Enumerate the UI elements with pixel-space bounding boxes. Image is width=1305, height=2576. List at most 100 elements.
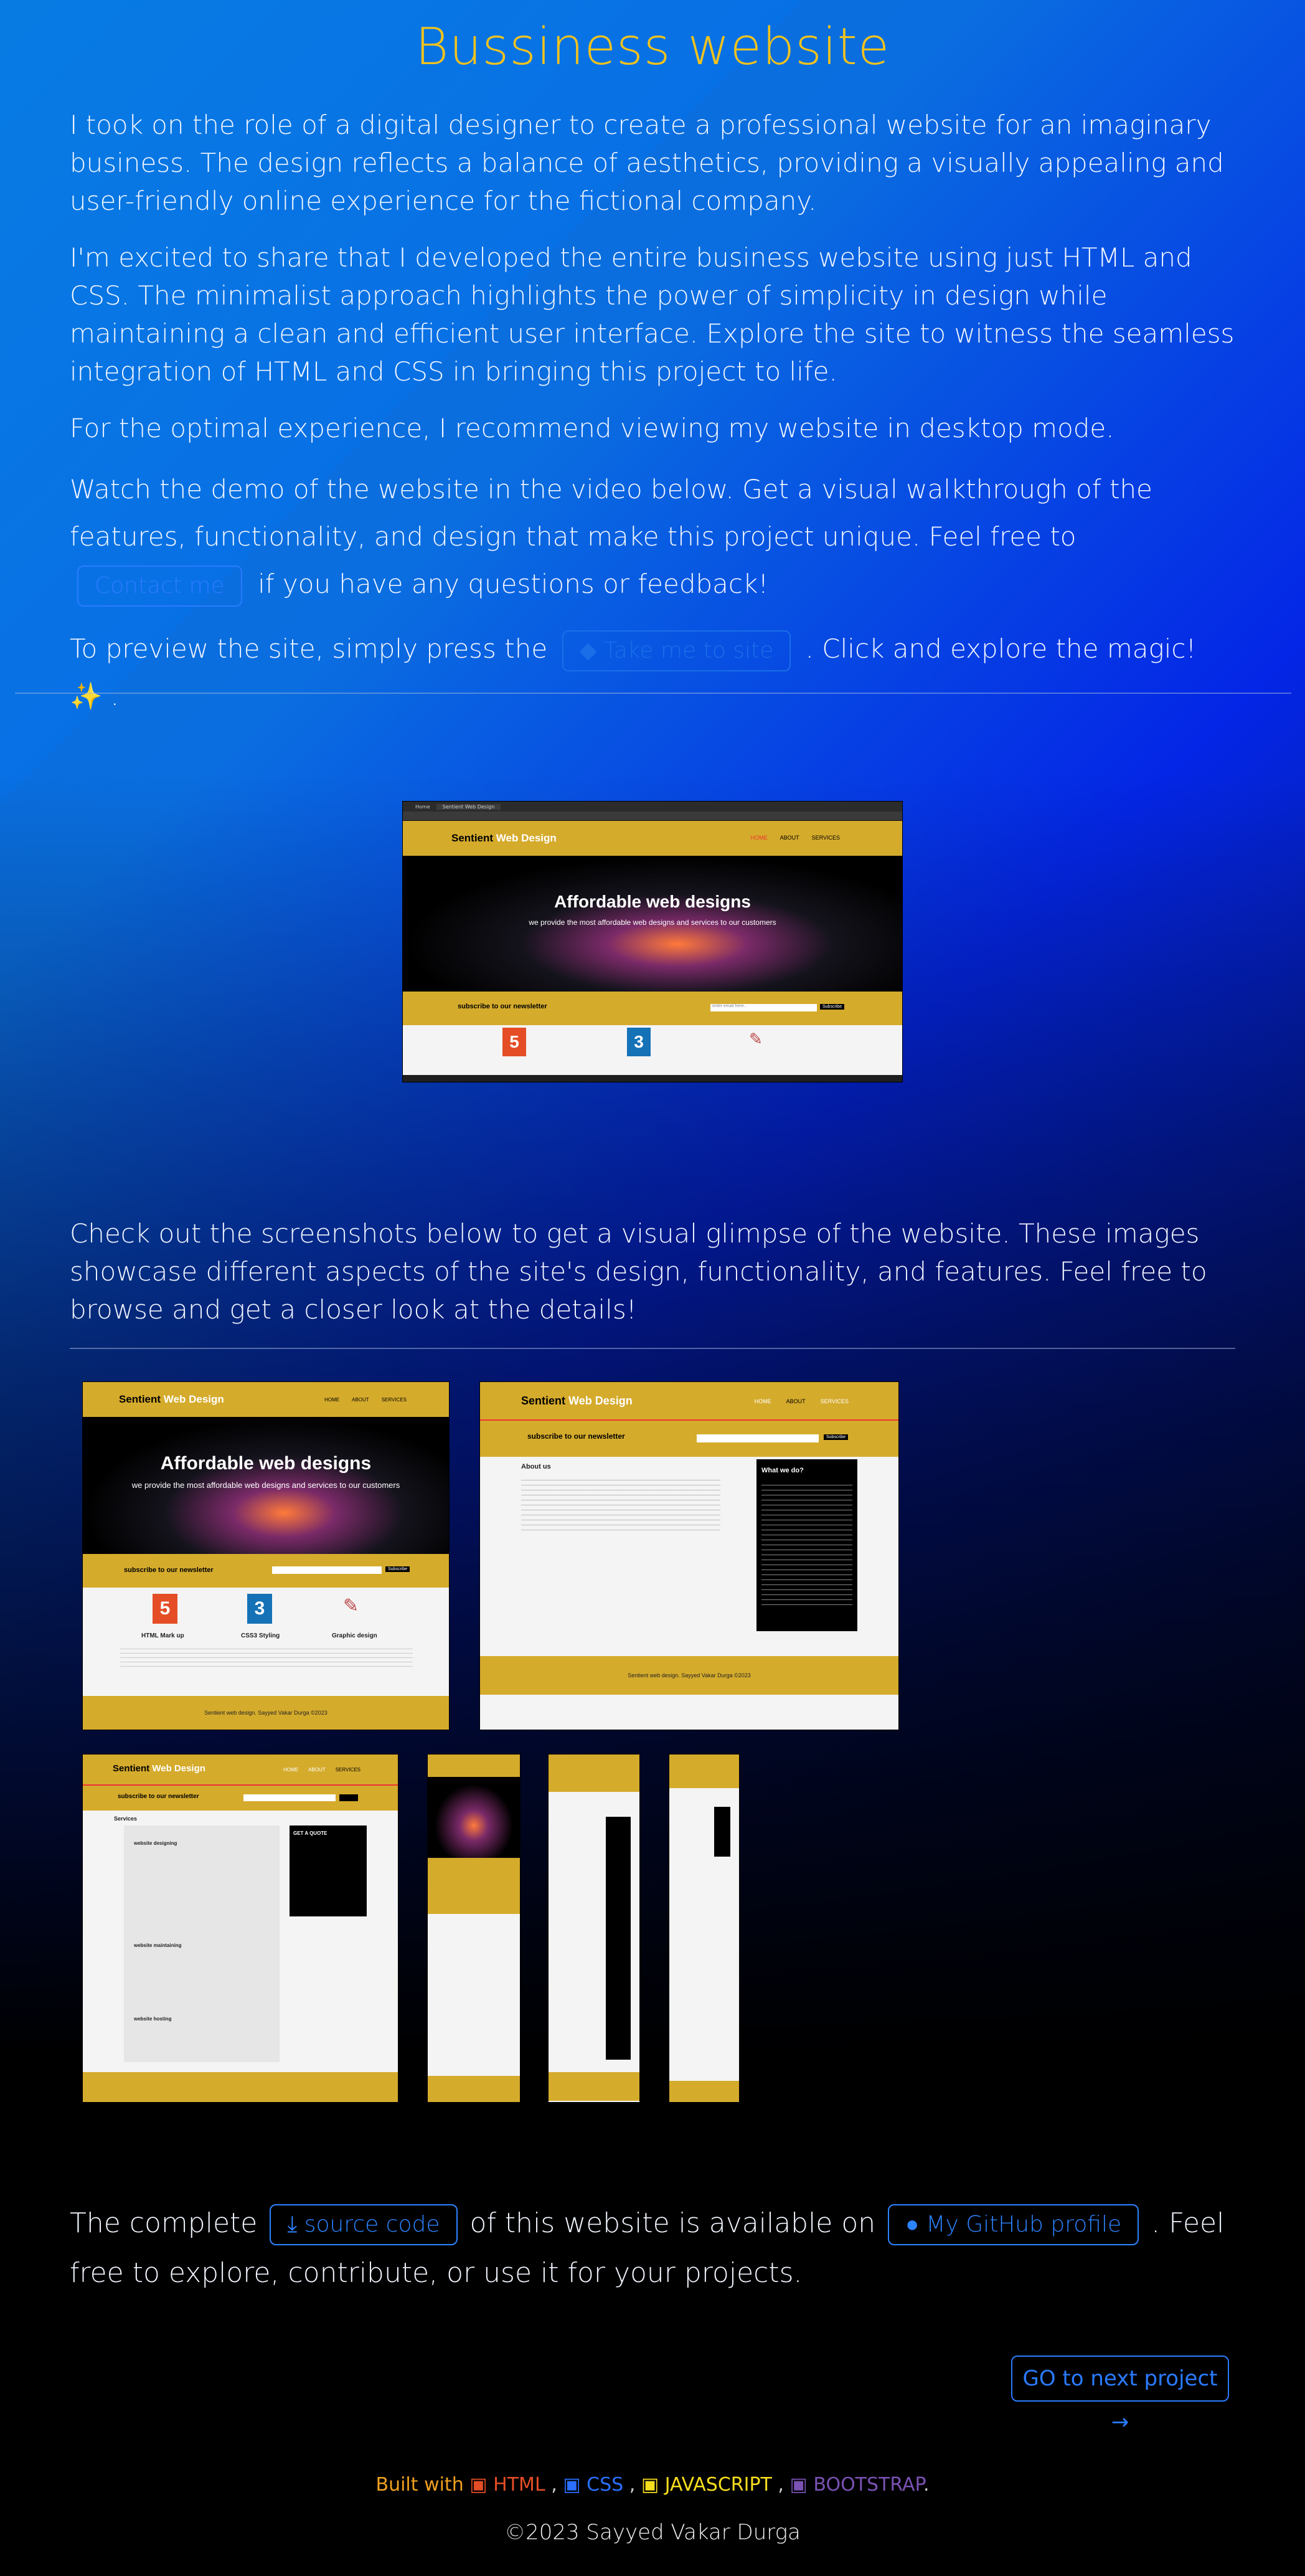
divider-top <box>15 693 1291 694</box>
shot-home-feature-text-lines <box>120 1645 413 1670</box>
shot-about-footer: Sentient web design. Sayyed Vakar Durga … <box>480 1656 898 1695</box>
browser-tab-1: Home <box>415 803 430 810</box>
built-html[interactable]: HTML <box>493 2474 545 2496</box>
shot-services-title: Services <box>114 1816 138 1822</box>
shot-about-body: About us What we do? <box>480 1457 898 1644</box>
shot-about-what-box: What we do? <box>756 1459 857 1631</box>
screenshot-mobile-about[interactable] <box>548 1754 640 2103</box>
screenshot-mobile-home[interactable] <box>427 1754 521 2103</box>
video-newsletter-input: enter email here... <box>710 1004 817 1011</box>
copyright: ©2023 Sayyed Vakar Durga <box>504 2520 801 2545</box>
next-project-button[interactable]: GO to next project → <box>1011 2356 1229 2435</box>
shot-about-newsletter-input <box>697 1434 819 1442</box>
screenshot-mobile-services[interactable] <box>669 1754 740 2103</box>
shot-home-nav: HOME ABOUT SERVICES <box>324 1397 407 1403</box>
shot-home-newsletter-label: subscribe to our newsletter <box>124 1566 214 1574</box>
source-code-button[interactable]: ⤓ source code <box>270 2204 458 2245</box>
shot-home-brand-b: Web Design <box>163 1393 224 1405</box>
shot-services-newsletter-input <box>243 1794 336 1801</box>
video-brand-b: Web Design <box>496 832 557 844</box>
screenshot-home[interactable]: Sentient Web Design HOME ABOUT SERVICES … <box>82 1381 450 1730</box>
shot-mobile-home-body <box>428 1914 520 2076</box>
shot-home-feature-graphic: Graphic design <box>332 1632 377 1639</box>
browser-tab-2: Sentient Web Design <box>436 803 501 810</box>
built-bootstrap[interactable]: BOOTSTRAP <box>813 2474 923 2496</box>
css-icon: ▣ <box>563 2474 581 2496</box>
intro-paragraph-2: I'm excited to share that I developed th… <box>70 242 1235 387</box>
shot-home-nav-home: HOME <box>324 1397 340 1403</box>
shot-services-nav-about: ABOUT <box>308 1767 326 1773</box>
github-icon: ● <box>905 2212 919 2237</box>
contact-me-button[interactable]: Contact me <box>77 565 242 607</box>
shot-home-graphic-icon: ✎ <box>343 1596 359 1616</box>
github-profile-button[interactable]: ● My GitHub profile <box>888 2204 1139 2245</box>
screenshot-services[interactable]: Sentient Web Design HOME ABOUT SERVICES … <box>82 1754 398 2103</box>
shot-home-footer: Sentient web design. Sayyed Vakar Durga … <box>83 1696 449 1730</box>
source-text-before: The complete <box>70 2207 258 2239</box>
video-newsletter-label: subscribe to our newsletter <box>458 1003 547 1010</box>
shot-home-hero-sub: we provide the most affordable web desig… <box>131 1480 400 1490</box>
shot-services-quote-title: GET A QUOTE <box>293 1830 327 1836</box>
css3-icon: 3 <box>627 1028 651 1056</box>
intro-paragraph-3: For the optimal experience, I recommend … <box>70 413 1114 443</box>
shot-services-header: Sentient Web Design HOME ABOUT SERVICES <box>83 1754 398 1786</box>
video-newsletter: subscribe to our newsletter enter email … <box>403 992 902 1025</box>
shot-mobile-services-footer <box>669 2081 739 2102</box>
source-code-label: source code <box>304 2212 440 2237</box>
shot-mobile-services-body <box>669 1788 739 2081</box>
built-with-line: Built with ▣ HTML , ▣ CSS , ▣ JAVASCRIPT… <box>375 2474 930 2496</box>
shot-home-feature-css: CSS3 Styling <box>241 1632 280 1639</box>
video-hero-sub: we provide the most affordable web desig… <box>529 918 776 927</box>
intro-paragraph-4: Watch the demo of the website in the vid… <box>70 466 1235 608</box>
shot-home-brand-a: Sentient <box>119 1393 161 1405</box>
built-css[interactable]: CSS <box>587 2474 623 2496</box>
video-nav-home: HOME <box>750 835 768 841</box>
shot-home-brand: Sentient Web Design <box>119 1393 224 1406</box>
intro-section: I took on the role of a digital designer… <box>70 106 1235 720</box>
browser-tabbar: Home Sentient Web Design <box>403 802 902 812</box>
shot-home-feature-html: HTML Mark up <box>141 1632 184 1639</box>
intro-paragraph-5: To preview the site, simply press the ◆ … <box>70 625 1235 720</box>
intro-p5-end: . <box>110 681 120 711</box>
shot-services-nav-home: HOME <box>283 1767 299 1773</box>
video-brand-a: Sentient <box>451 832 494 844</box>
take-me-to-site-button[interactable]: ◆ Take me to site <box>562 630 791 671</box>
shot-services-brand: Sentient Web Design <box>113 1763 205 1774</box>
built-with-label: Built with <box>375 2474 464 2496</box>
shot-about-nav-about: ABOUT <box>786 1398 806 1404</box>
shot-services-brand-b: Web Design <box>152 1763 205 1774</box>
shot-about-nav-home: HOME <box>754 1398 771 1404</box>
take-me-to-site-label: Take me to site <box>603 637 774 663</box>
shot-mobile-home-header <box>428 1754 520 1777</box>
intro-p4-text: Watch the demo of the website in the vid… <box>70 474 1152 552</box>
shot-about-newsletter-label: subscribe to our newsletter <box>527 1432 625 1441</box>
video-site-header: Sentient Web Design HOME ABOUT SERVICES <box>403 821 902 856</box>
video-site-brand: Sentient Web Design <box>451 832 557 845</box>
video-hero-title: Affordable web designs <box>554 892 751 911</box>
js-icon: ▣ <box>641 2474 659 2496</box>
shot-home-html5-icon: 5 <box>153 1594 177 1624</box>
screenshot-about[interactable]: Sentient Web Design HOME ABOUT SERVICES … <box>479 1381 899 1730</box>
shot-about-title: About us <box>521 1463 551 1470</box>
intro-p5-text: To preview the site, simply press the <box>70 633 548 664</box>
video-nav-services: SERVICES <box>811 835 840 841</box>
shot-about-brand-b: Web Design <box>568 1395 633 1407</box>
shot-services-brand-a: Sentient <box>113 1763 150 1774</box>
shot-home-newsletter: subscribe to our newsletter Subscribe <box>83 1554 449 1588</box>
built-js[interactable]: JAVASCRIPT <box>665 2474 772 2496</box>
shot-home-nav-about: ABOUT <box>352 1397 369 1403</box>
graphic-design-icon: ✎ <box>749 1030 763 1049</box>
video-feature-row: 5 3 ✎ <box>403 1025 902 1075</box>
shot-home-hero-title: Affordable web designs <box>160 1453 372 1474</box>
github-profile-label: My GitHub profile <box>926 2212 1122 2237</box>
shot-about-subscribe: Subscribe <box>824 1434 849 1440</box>
video-hero: Affordable web designs we provide the mo… <box>403 856 902 992</box>
shot-home-hero: Affordable web designs we provide the mo… <box>83 1417 449 1554</box>
magic-wand-icon: ✨ <box>70 681 103 711</box>
page-title: Bussiness website <box>415 17 890 77</box>
demo-video[interactable]: Home Sentient Web Design Sentient Web De… <box>402 801 903 1082</box>
shot-about-brand-a: Sentient <box>521 1395 566 1407</box>
shot-home-features: 5 3 ✎ HTML Mark up CSS3 Styling Graphic … <box>83 1588 449 1696</box>
shot-services-body: Services website designing website maint… <box>83 1811 398 2072</box>
shot-home-subscribe: Subscribe <box>385 1566 410 1572</box>
